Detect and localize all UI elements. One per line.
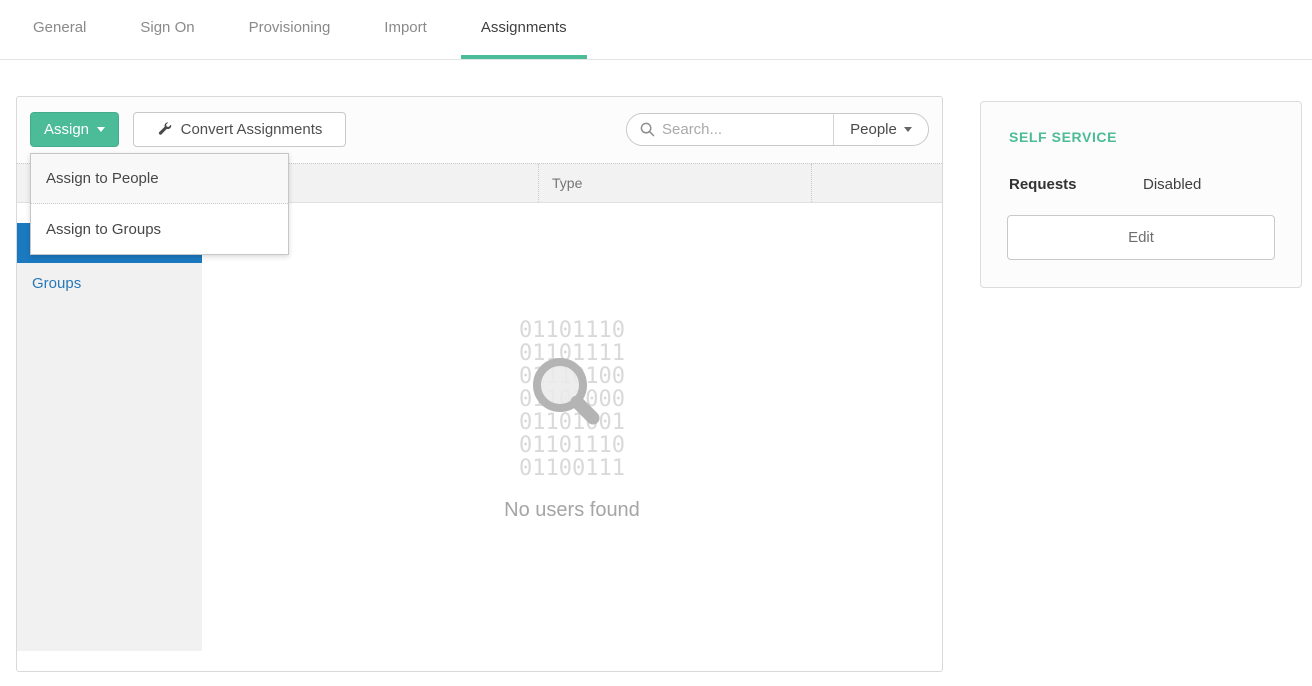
tab-assignments[interactable]: Assignments	[461, 0, 587, 59]
menu-item-assign-to-people[interactable]: Assign to People	[31, 154, 288, 204]
assign-button-label: Assign	[44, 121, 89, 138]
self-service-title: SELF SERVICE	[1009, 129, 1117, 145]
search-input[interactable]	[662, 121, 812, 138]
search-icon	[640, 122, 655, 137]
search-scope-label: People	[850, 121, 897, 138]
sidebar-background: Groups	[17, 263, 202, 651]
binary-line: 01100111	[202, 457, 942, 480]
magnifier-icon	[518, 345, 614, 441]
search-box[interactable]	[627, 114, 833, 145]
assign-button[interactable]: Assign	[30, 112, 119, 147]
column-header-actions[interactable]	[811, 164, 942, 202]
binary-line: 01101110	[202, 319, 942, 342]
tab-sign-on[interactable]: Sign On	[120, 0, 214, 59]
caret-down-icon	[904, 127, 912, 132]
edit-button[interactable]: Edit	[1007, 215, 1275, 260]
empty-state-message: No users found	[202, 498, 942, 522]
tab-import[interactable]: Import	[364, 0, 447, 59]
self-service-panel: SELF SERVICE Requests Disabled Edit	[980, 101, 1302, 288]
tab-provisioning[interactable]: Provisioning	[229, 0, 351, 59]
sidebar-item-groups[interactable]: Groups	[17, 263, 202, 303]
search-scope-select[interactable]: People	[833, 114, 928, 145]
empty-state: 01101110 01101111 01110100 01101000 0110…	[202, 203, 942, 671]
app-tabs-bar: General Sign On Provisioning Import Assi…	[0, 0, 1312, 60]
assignments-body: People Groups 01101110 01101111 01110100…	[17, 203, 942, 671]
tab-general[interactable]: General	[13, 0, 106, 59]
search-group: People	[626, 113, 929, 146]
assignments-sidebar: People Groups	[17, 203, 202, 671]
assign-dropdown-menu: Assign to People Assign to Groups	[30, 153, 289, 255]
convert-assignments-button[interactable]: Convert Assignments	[133, 112, 346, 147]
menu-item-assign-to-groups[interactable]: Assign to Groups	[31, 204, 288, 254]
requests-label: Requests	[1009, 176, 1077, 193]
column-header-type[interactable]: Type	[538, 164, 811, 202]
convert-assignments-label: Convert Assignments	[181, 121, 323, 138]
caret-down-icon	[97, 127, 105, 132]
wrench-icon	[157, 122, 172, 137]
requests-status-value: Disabled	[1143, 176, 1201, 193]
